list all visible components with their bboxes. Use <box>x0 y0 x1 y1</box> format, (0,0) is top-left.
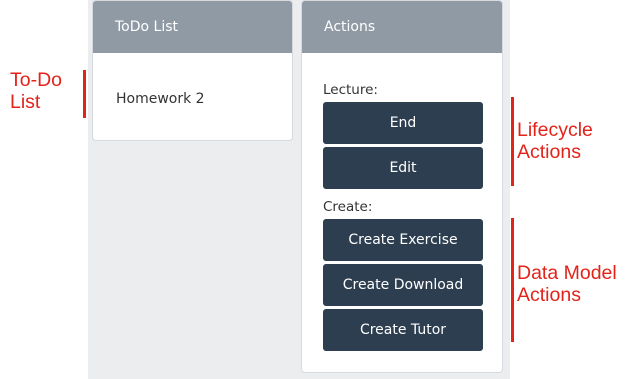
create-label: Create: <box>323 199 373 215</box>
todo-annotation-bar <box>83 70 86 118</box>
create-tutor-button[interactable]: Create Tutor <box>323 309 483 351</box>
edit-button[interactable]: Edit <box>323 147 483 189</box>
data-model-annotation-line2: Actions <box>517 284 581 306</box>
end-button[interactable]: End <box>323 102 483 144</box>
todo-item-homework[interactable]: Homework 2 <box>116 91 205 107</box>
todo-annotation-line2: List <box>10 91 41 113</box>
actions-card: Actions Lecture: End Edit Create: Create… <box>301 0 503 373</box>
lifecycle-annotation: Lifecycle Actions <box>517 119 593 163</box>
create-download-button[interactable]: Create Download <box>323 264 483 306</box>
lifecycle-annotation-line1: Lifecycle <box>517 119 593 141</box>
todo-list-card: ToDo List Homework 2 <box>92 0 293 141</box>
data-model-annotation-line1: Data Model <box>517 262 617 284</box>
todo-list-header: ToDo List <box>93 1 292 53</box>
create-exercise-button[interactable]: Create Exercise <box>323 219 483 261</box>
data-model-annotation: Data Model Actions <box>517 262 617 306</box>
lifecycle-annotation-bar <box>511 97 514 186</box>
lifecycle-annotation-line2: Actions <box>517 141 581 163</box>
lecture-label: Lecture: <box>323 82 378 98</box>
todo-annotation: To-Do List <box>10 69 62 113</box>
data-model-annotation-bar <box>511 218 514 342</box>
todo-annotation-line1: To-Do <box>10 69 63 91</box>
actions-header: Actions <box>302 1 502 53</box>
